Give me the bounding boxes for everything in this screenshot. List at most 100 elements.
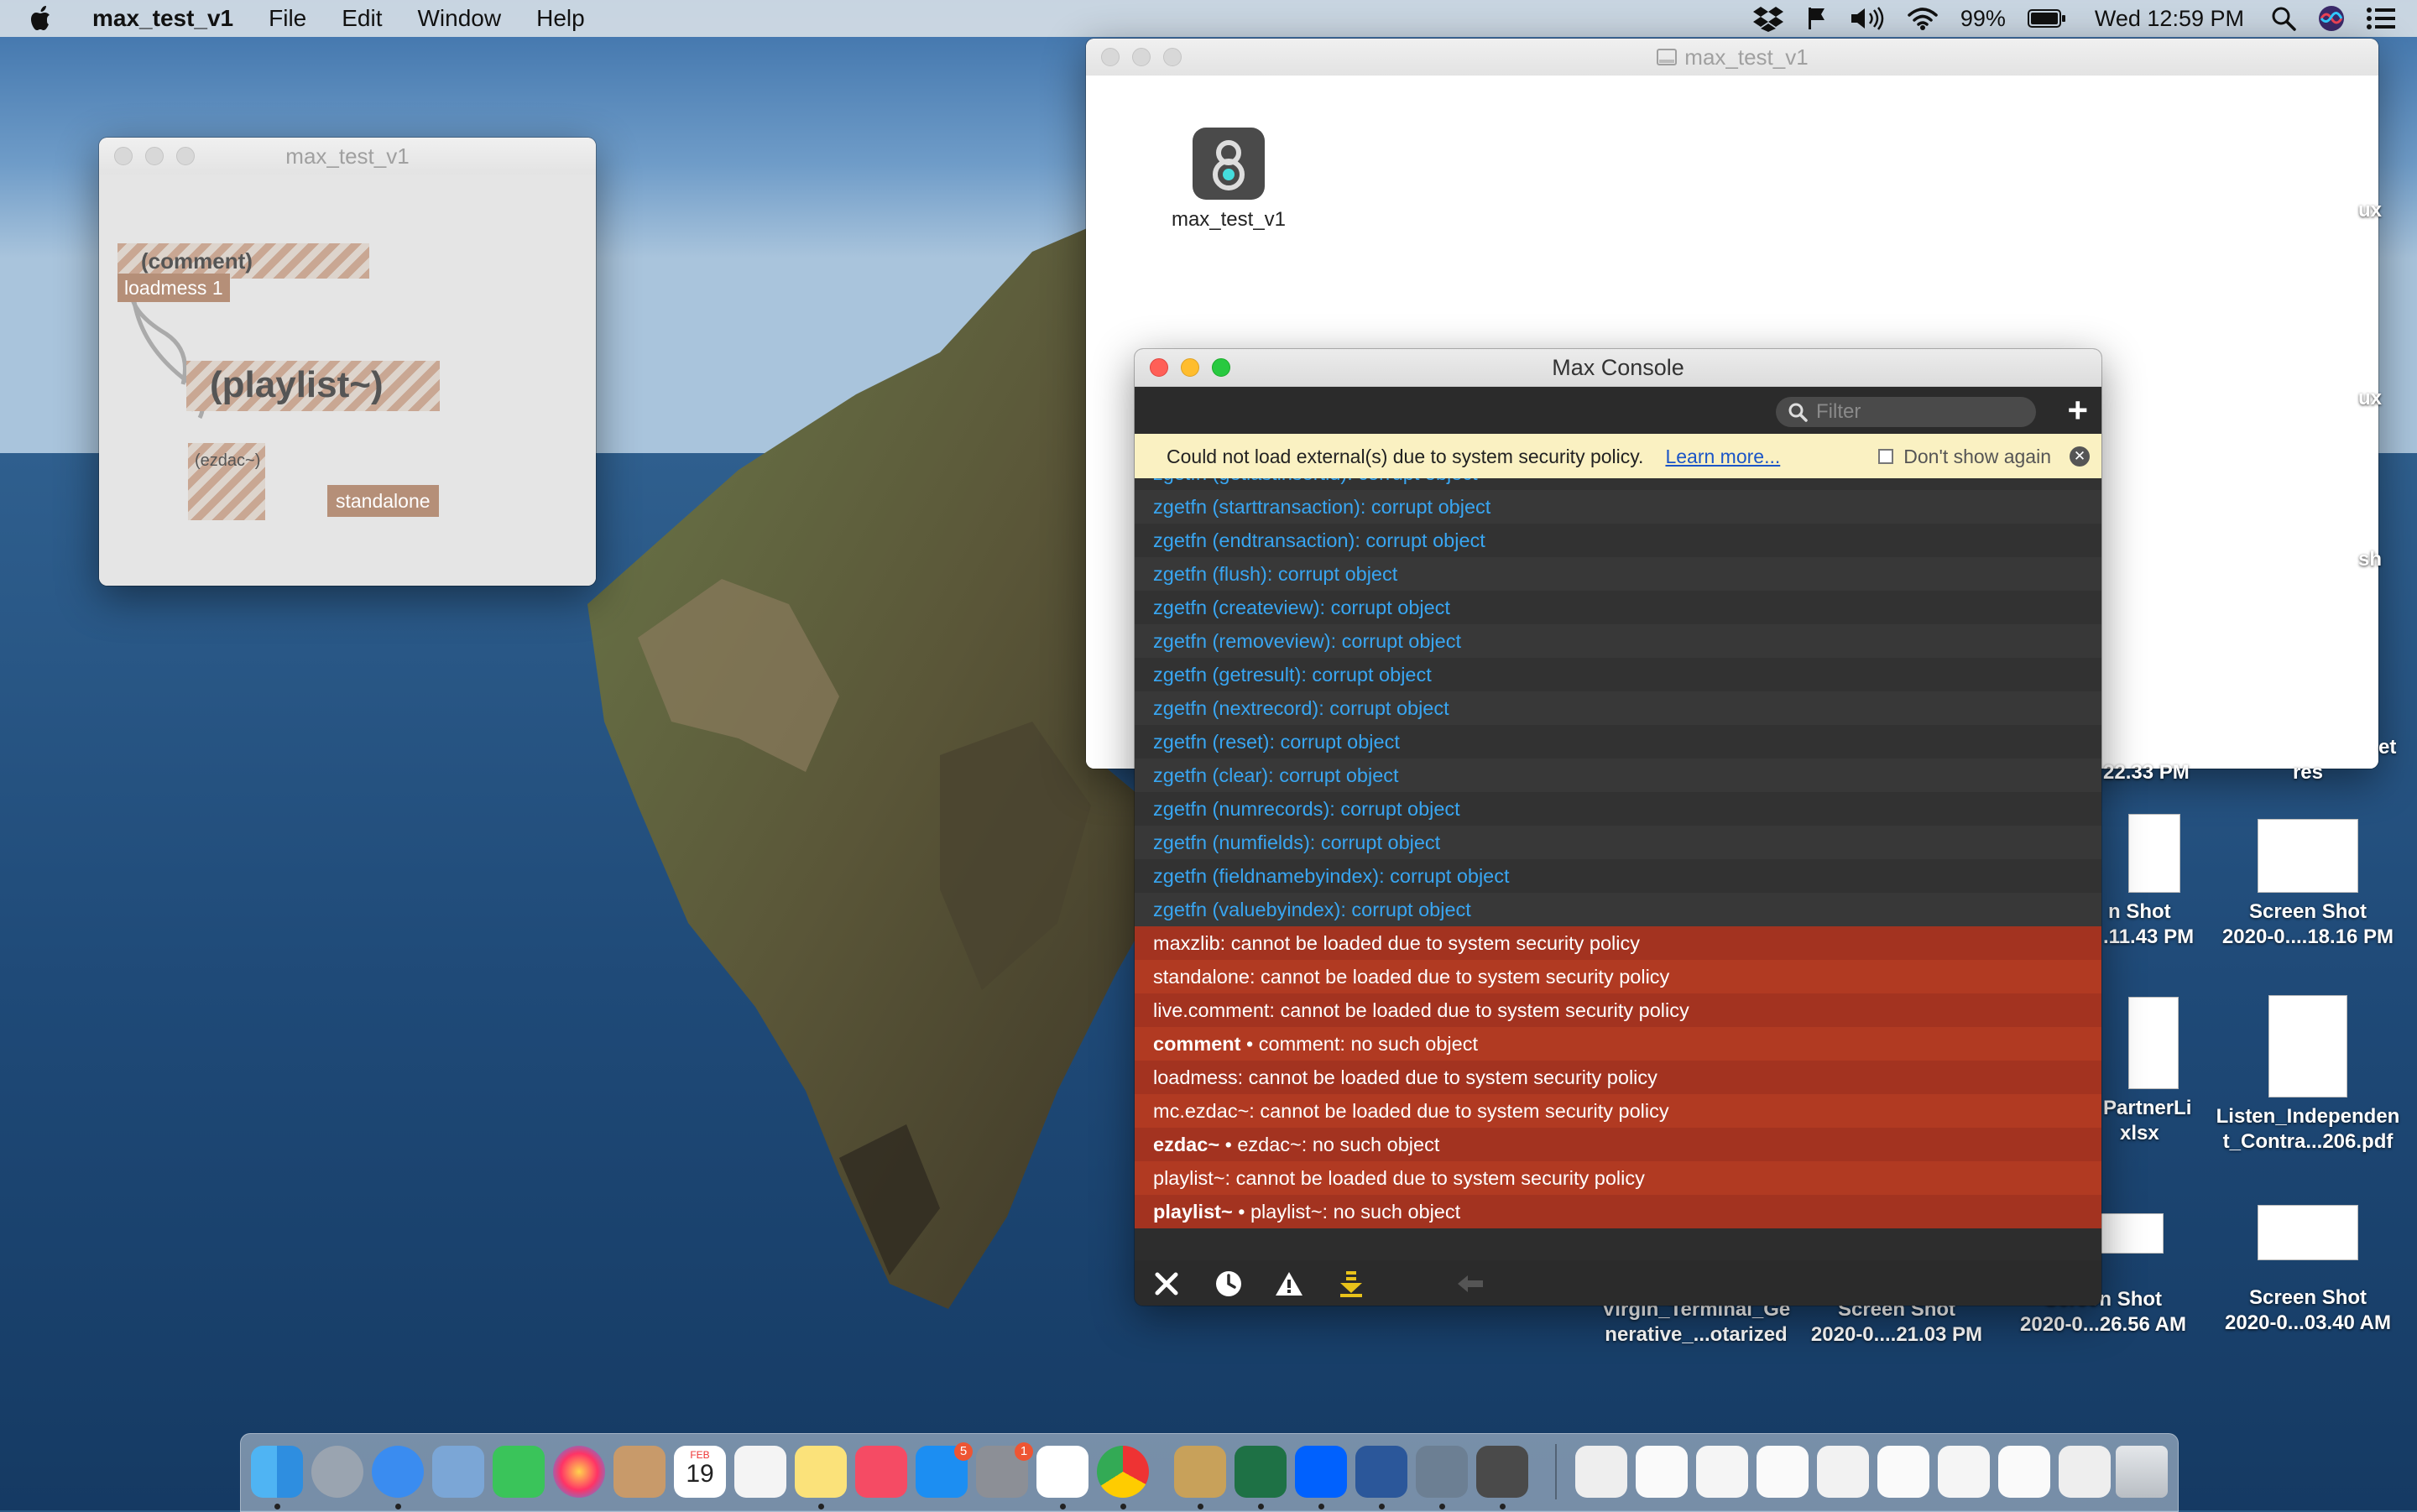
add-button[interactable]: + [2067, 392, 2088, 429]
safari-dock-icon[interactable] [372, 1446, 424, 1498]
flag-icon[interactable] [1806, 6, 1828, 31]
file-menu[interactable]: File [269, 5, 306, 32]
console-error-row[interactable]: mc.ezdac~: cannot be loaded due to syste… [1135, 1094, 2101, 1128]
reminders-dock-icon[interactable] [734, 1446, 786, 1498]
console-log[interactable]: zgetfn (getlastinsertid): corrupt object… [1135, 478, 2101, 1260]
checkbox-icon[interactable] [1878, 449, 1894, 464]
downloads-stack-icon[interactable] [1575, 1446, 1627, 1498]
volume-icon[interactable] [1850, 6, 1885, 31]
console-info-row[interactable]: zgetfn (valuebyindex): corrupt object [1135, 893, 2101, 926]
console-info-row[interactable]: zgetfn (numrecords): corrupt object [1135, 792, 2101, 826]
console-titlebar[interactable]: Max Console [1135, 349, 2101, 387]
battery-icon[interactable] [2027, 8, 2066, 29]
contacts-dock-icon[interactable] [613, 1446, 666, 1498]
desktop-file-screenshot[interactable]: n Shot .11.43 PM [2103, 814, 2212, 950]
console-error-row[interactable]: playlist~: cannot be loaded due to syste… [1135, 1161, 2101, 1195]
go-to-object-icon[interactable] [1455, 1269, 1485, 1299]
recent-doc-icon[interactable] [1817, 1446, 1869, 1498]
music-dock-icon[interactable] [855, 1446, 907, 1498]
desktop-file-partial[interactable]: sh [2358, 547, 2409, 572]
close-banner-icon[interactable]: ✕ [2070, 446, 2090, 467]
finder-dock-icon[interactable] [251, 1446, 303, 1498]
calendar-dock-icon[interactable]: FEB 19 [674, 1446, 726, 1498]
standalone-object[interactable]: standalone [327, 485, 439, 517]
console-info-row[interactable]: zgetfn (clear): corrupt object [1135, 759, 2101, 792]
desktop-file-pdf[interactable]: Listen_Independen t_Contra...206.pdf [2207, 995, 2409, 1155]
minimize-button[interactable] [145, 147, 164, 165]
desktop-file-partial[interactable]: res [2207, 760, 2409, 785]
dropbox-icon[interactable] [1752, 5, 1784, 32]
recent-doc-icon[interactable] [1636, 1446, 1688, 1498]
desktop-file-screenshot[interactable]: Screen Shot 2020-0....18.16 PM [2207, 819, 2409, 950]
recent-doc-icon[interactable] [1938, 1446, 1990, 1498]
desktop-file-partial[interactable]: ux [2358, 198, 2409, 223]
console-error-row[interactable]: standalone: cannot be loaded due to syst… [1135, 960, 2101, 993]
max-dock-icon[interactable] [1476, 1446, 1528, 1498]
keychain-dock-icon[interactable] [1174, 1446, 1226, 1498]
close-button[interactable] [1150, 358, 1168, 377]
preview-dock-icon[interactable] [432, 1446, 484, 1498]
zoom-button[interactable] [176, 147, 195, 165]
dont-show-again-checkbox[interactable]: Don't show again [1878, 446, 2051, 468]
console-info-row[interactable]: zgetfn (removeview): corrupt object [1135, 624, 2101, 658]
max-app-file[interactable]: max_test_v1 [1162, 128, 1296, 232]
clock-icon[interactable] [1214, 1269, 1244, 1299]
console-info-row[interactable]: zgetfn (starttransaction): corrupt objec… [1135, 490, 2101, 524]
minimize-button[interactable] [1132, 48, 1151, 66]
finder-titlebar[interactable]: max_test_v1 [1086, 39, 2378, 76]
slack-dock-icon[interactable] [1036, 1446, 1088, 1498]
edit-menu[interactable]: Edit [342, 5, 382, 32]
facetime-dock-icon[interactable] [493, 1446, 545, 1498]
console-error-row[interactable]: playlist~ • playlist~: no such object [1135, 1195, 2101, 1228]
system-preferences-dock-icon[interactable]: 1 [976, 1442, 1033, 1498]
console-error-row[interactable]: live.comment: cannot be loaded due to sy… [1135, 993, 2101, 1027]
filter-input[interactable]: Filter [1776, 397, 2036, 427]
clear-console-icon[interactable] [1151, 1269, 1182, 1299]
apple-menu-icon[interactable] [30, 5, 64, 32]
console-info-row[interactable]: zgetfn (reset): corrupt object [1135, 725, 2101, 759]
console-info-row[interactable]: zgetfn (fieldnamebyindex): corrupt objec… [1135, 859, 2101, 893]
recent-doc-icon[interactable] [1696, 1446, 1748, 1498]
excel-dock-icon[interactable] [1235, 1446, 1287, 1498]
image-capture-dock-icon[interactable] [1416, 1446, 1468, 1498]
minimize-button[interactable] [1181, 358, 1199, 377]
console-error-row[interactable]: loadmess: cannot be loaded due to system… [1135, 1061, 2101, 1094]
warning-icon[interactable] [1274, 1269, 1304, 1299]
help-menu[interactable]: Help [536, 5, 585, 32]
console-info-row[interactable]: zgetfn (flush): corrupt object [1135, 557, 2101, 591]
console-info-row[interactable]: zgetfn (numfields): corrupt object [1135, 826, 2101, 859]
chrome-dock-icon[interactable] [1097, 1446, 1149, 1498]
word-dock-icon[interactable] [1355, 1446, 1407, 1498]
console-error-row[interactable]: comment • comment: no such object [1135, 1027, 2101, 1061]
recent-doc-icon[interactable] [1877, 1446, 1929, 1498]
patcher-titlebar[interactable]: max_test_v1 [99, 138, 596, 175]
zoom-button[interactable] [1163, 48, 1182, 66]
autoscroll-icon[interactable] [1336, 1269, 1366, 1299]
menu-clock[interactable]: Wed 12:59 PM [2095, 6, 2244, 32]
notification-center-icon[interactable] [2367, 7, 2395, 30]
siri-icon[interactable] [2318, 5, 2345, 32]
console-error-row[interactable]: maxzlib: cannot be loaded due to system … [1135, 926, 2101, 960]
learn-more-link[interactable]: Learn more... [1665, 446, 1780, 468]
desktop-file-screenshot[interactable]: Screen Shot 2020-0...03.40 AM [2207, 1205, 2409, 1336]
console-info-row[interactable]: zgetfn (createview): corrupt object [1135, 591, 2101, 624]
console-error-row[interactable]: ezdac~ • ezdac~: no such object [1135, 1128, 2101, 1161]
app-name-menu[interactable]: max_test_v1 [92, 5, 233, 32]
spotlight-search-icon[interactable] [2271, 6, 2296, 31]
trash-icon[interactable] [2116, 1446, 2168, 1498]
console-info-row[interactable]: zgetfn (getresult): corrupt object [1135, 658, 2101, 691]
console-info-row[interactable]: zgetfn (endtransaction): corrupt object [1135, 524, 2101, 557]
launchpad-dock-icon[interactable] [311, 1446, 363, 1498]
desktop-file-partial[interactable]: 22.33 PM [2103, 760, 2204, 785]
desktop-file-xlsx[interactable]: PartnerLi xlsx [2095, 997, 2212, 1146]
recent-doc-icon[interactable] [2059, 1446, 2111, 1498]
console-info-row[interactable]: zgetfn (nextrecord): corrupt object [1135, 691, 2101, 725]
recent-doc-icon[interactable] [1757, 1446, 1809, 1498]
app-store-dock-icon[interactable]: 5 [916, 1442, 973, 1498]
notes-dock-icon[interactable] [795, 1446, 847, 1498]
dropbox-dock-icon[interactable] [1295, 1446, 1347, 1498]
photos-dock-icon[interactable] [553, 1446, 605, 1498]
zoom-button[interactable] [1212, 358, 1230, 377]
wifi-icon[interactable] [1907, 6, 1939, 31]
recent-doc-icon[interactable] [1998, 1446, 2050, 1498]
